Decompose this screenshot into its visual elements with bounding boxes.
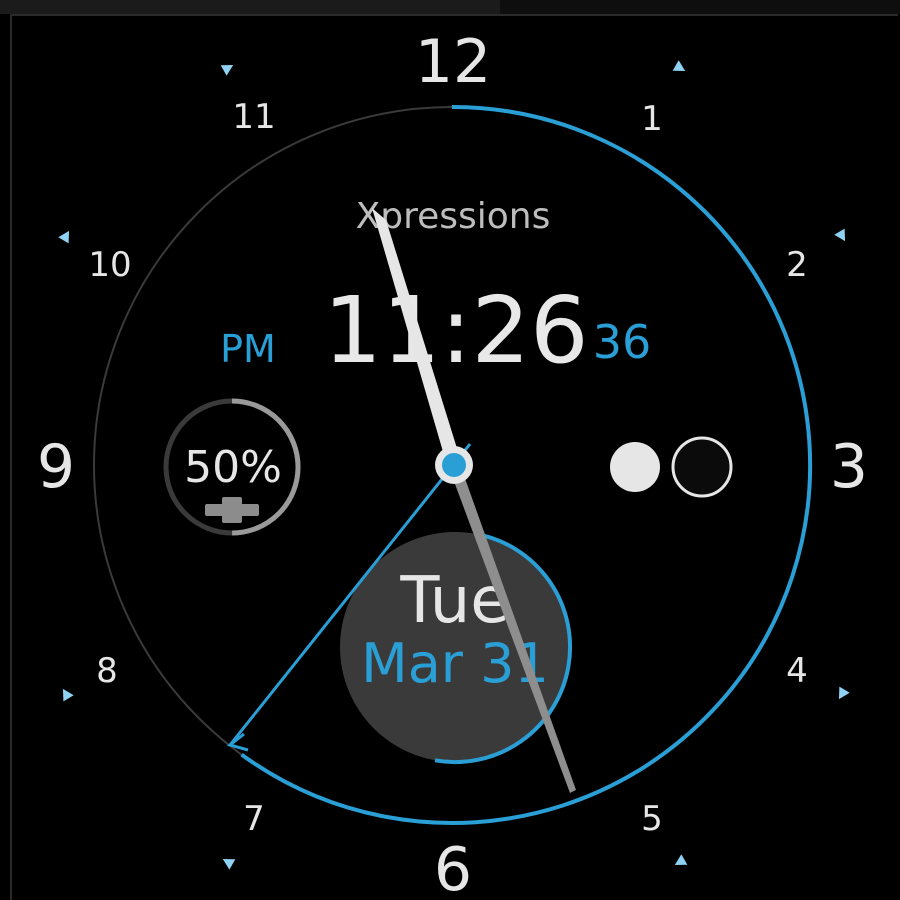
watch-face[interactable]: 12 1 2 3 4 5 6 7 8 9 10 11 Xpressions 11… bbox=[0, 0, 900, 900]
moon-phase-icon bbox=[610, 436, 733, 498]
center-hub-inner bbox=[442, 453, 466, 477]
battery-complication[interactable]: 50% bbox=[163, 398, 301, 536]
hour-number-11: 11 bbox=[232, 97, 275, 137]
tick-marker bbox=[672, 60, 686, 71]
hour-number-3: 3 bbox=[830, 432, 868, 502]
hour-number-10: 10 bbox=[88, 245, 131, 285]
tick-marker bbox=[220, 65, 234, 76]
hour-number-6: 6 bbox=[434, 835, 472, 900]
tick-marker bbox=[838, 686, 850, 700]
digital-time: 11:26 bbox=[323, 277, 588, 384]
battery-icon bbox=[205, 497, 259, 523]
tick-marker bbox=[674, 854, 688, 865]
tick-marker bbox=[834, 228, 846, 242]
hour-number-8: 8 bbox=[96, 651, 118, 691]
tick-marker bbox=[222, 859, 236, 870]
digital-seconds: 36 bbox=[593, 315, 652, 369]
hour-number-12: 12 bbox=[415, 27, 491, 97]
hour-number-5: 5 bbox=[641, 799, 663, 839]
date-complication[interactable]: Tue Mar 31 bbox=[340, 531, 573, 765]
hour-number-4: 4 bbox=[786, 651, 808, 691]
tick-marker bbox=[62, 688, 74, 702]
battery-percent: 50% bbox=[184, 442, 282, 493]
ampm-indicator: PM bbox=[220, 327, 276, 371]
hour-number-1: 1 bbox=[641, 99, 663, 139]
hour-number-9: 9 bbox=[37, 432, 75, 502]
hour-number-7: 7 bbox=[243, 799, 265, 839]
hour-number-2: 2 bbox=[786, 245, 808, 285]
tick-marker bbox=[58, 230, 70, 244]
